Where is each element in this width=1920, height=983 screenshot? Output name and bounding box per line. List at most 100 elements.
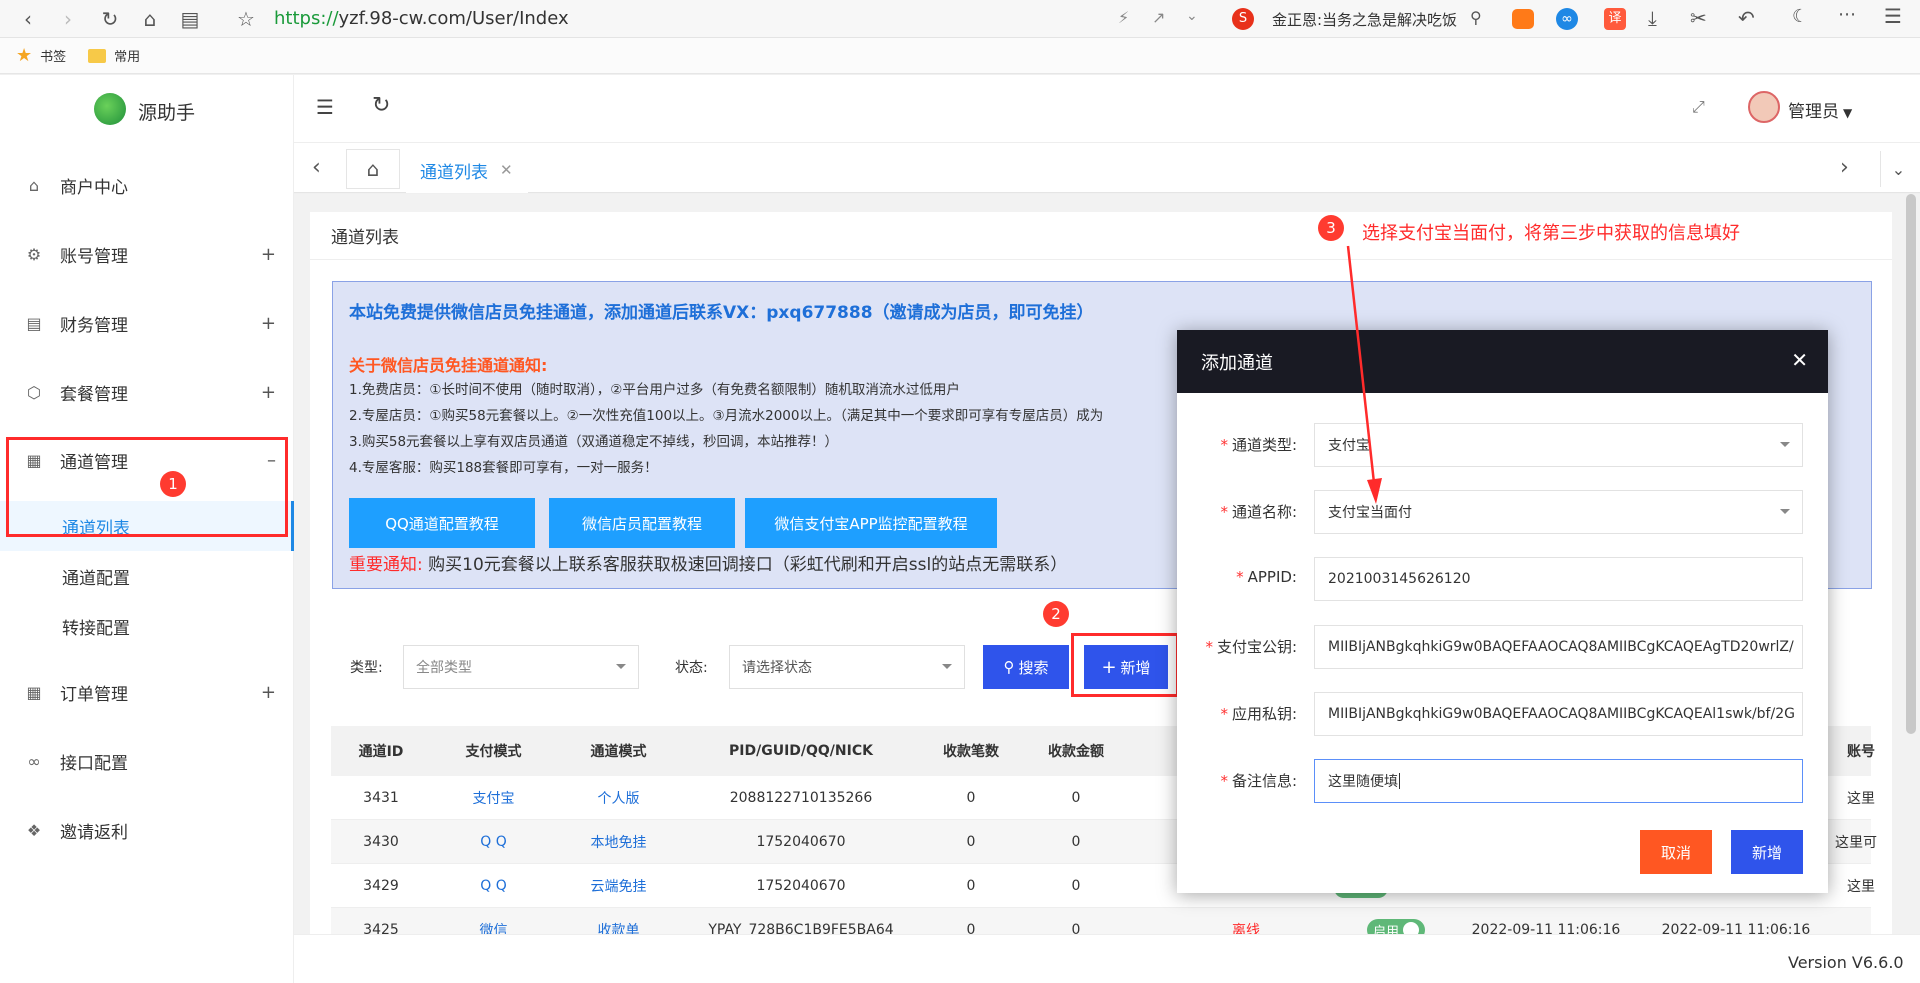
sidebar-item-label: 财务管理 xyxy=(60,315,128,336)
annotation-badge-2: 2 xyxy=(1043,601,1069,627)
more-icon[interactable]: ⋯ xyxy=(1838,4,1856,25)
type-select[interactable]: 全部类型 xyxy=(403,645,639,689)
sidebar-item-invite[interactable]: ❖ 邀请返利 xyxy=(0,802,294,858)
bookmark-folder[interactable]: 常用 xyxy=(114,46,140,65)
tab-scroll-right-icon[interactable]: › xyxy=(1840,155,1849,180)
search-engine-icon[interactable]: S xyxy=(1232,8,1254,30)
cancel-button[interactable]: 取消 xyxy=(1640,830,1712,874)
home-icon[interactable]: ⌂ xyxy=(136,5,164,33)
cell-count: 0 xyxy=(966,790,976,806)
cell-pay: 微信 xyxy=(479,923,508,936)
close-icon[interactable]: ✕ xyxy=(1791,348,1808,372)
wechat-tutorial-button[interactable]: 微信店员配置教程 xyxy=(549,498,735,548)
scrollbar[interactable] xyxy=(1906,194,1916,734)
bookmark-item[interactable]: 书签 xyxy=(40,46,66,65)
infinity-icon[interactable]: ∞ xyxy=(1556,8,1578,30)
header-cell: 账号 xyxy=(1847,744,1875,760)
cell-account: 这里 xyxy=(1847,791,1875,807)
cell-id: 3425 xyxy=(363,922,399,936)
forward-icon[interactable]: › xyxy=(54,5,82,33)
header-cell: 通道ID xyxy=(358,744,404,760)
sidebar-item-label: 接口配置 xyxy=(60,753,128,774)
annotation-note-3: 选择支付宝当面付，将第三步中获取的信息填好 xyxy=(1362,223,1740,244)
important-notice: 重要通知: 购买10元套餐以上联系客服获取极速回调接口（彩虹代刷和开启ssl的站… xyxy=(349,555,1068,575)
field-label-public-key: * 支付宝公钥: xyxy=(1205,638,1297,656)
cell-id: 3431 xyxy=(363,790,399,806)
tab-channel-list[interactable]: 通道列表 ✕ xyxy=(406,149,528,193)
address-bar[interactable]: https://yzf.98-cw.com/User/Index xyxy=(274,8,569,29)
annotation-box-2 xyxy=(1071,633,1179,697)
cell-account: 这里可 xyxy=(1835,835,1877,851)
app-monitor-tutorial-button[interactable]: 微信支付宝APP监控配置教程 xyxy=(745,498,997,548)
reload-icon[interactable]: ↻ xyxy=(96,5,124,33)
caret-down-icon xyxy=(1780,509,1790,519)
sidebar-item-account[interactable]: ⚙ 账号管理 + xyxy=(0,226,294,282)
sidebar-item-api[interactable]: ∞ 接口配置 xyxy=(0,733,294,789)
submit-button[interactable]: 新增 xyxy=(1731,830,1803,874)
close-icon[interactable]: ✕ xyxy=(500,161,513,179)
sidebar-item-finance[interactable]: ▤ 财务管理 + xyxy=(0,295,294,351)
enable-toggle[interactable]: 启用 xyxy=(1331,908,1461,936)
type-label: 类型: xyxy=(350,660,383,676)
tab-home[interactable]: ⌂ xyxy=(346,149,400,189)
search-icon[interactable]: ⚲ xyxy=(1470,8,1482,27)
search-button[interactable]: ⚲ 搜索 xyxy=(983,645,1069,689)
search-box[interactable]: 金正恩:当务之急是解决吃饭 xyxy=(1272,9,1462,30)
cell-mode: 云端免挂 xyxy=(590,879,647,895)
download-icon[interactable]: ⤓ xyxy=(1648,6,1657,30)
cell-created: 2022-09-11 11:06:16 xyxy=(1471,922,1621,936)
sidebar-item-merchant[interactable]: ⌂ 商户中心 xyxy=(0,157,294,213)
fullscreen-icon[interactable]: ⤢ xyxy=(1692,97,1705,117)
sidebar-sub-transfer-config[interactable]: 转接配置 xyxy=(0,602,294,650)
remark-input[interactable]: 这里随便填 xyxy=(1314,759,1803,803)
cell-id: 3429 xyxy=(363,878,399,894)
header-cell: PID/GUID/QQ/NICK xyxy=(729,743,873,759)
favorite-star-icon[interactable]: ☆ xyxy=(232,5,260,33)
tab-scroll-left-icon[interactable]: ‹ xyxy=(312,155,321,180)
text-cursor xyxy=(1399,773,1400,789)
app-logo xyxy=(94,93,126,125)
sidebar-item-label: 邀请返利 xyxy=(60,822,128,843)
cell-count: 0 xyxy=(966,922,976,936)
folder-icon xyxy=(88,48,107,63)
reader-icon[interactable]: ▤ xyxy=(176,5,204,33)
refresh-icon[interactable]: ↻ xyxy=(372,93,390,118)
sidebar-item-order[interactable]: ▦ 订单管理 + xyxy=(0,664,294,720)
sidebar-toggle-icon[interactable]: ☰ xyxy=(316,95,334,119)
cell-amount: 0 xyxy=(1071,790,1081,806)
appid-input[interactable]: 2021003145626120 xyxy=(1314,557,1803,601)
user-menu[interactable]: 管理员 ▼ xyxy=(1788,97,1852,122)
translate-icon[interactable]: 译 xyxy=(1604,8,1626,30)
header-cell: 收款笔数 xyxy=(943,744,999,760)
notice-subhead: 关于微信店员免挂通道通知: xyxy=(349,356,548,375)
sidebar-item-label: 套餐管理 xyxy=(60,384,128,405)
private-key-input[interactable]: MIIBIjANBgkqhkiG9w0BAQEFAAOCAQ8AMIIBCgKC… xyxy=(1314,692,1803,736)
app-name: 源助手 xyxy=(138,102,196,124)
cell-pid: 2088122710135266 xyxy=(729,790,873,806)
undo-icon[interactable]: ↶ xyxy=(1738,6,1755,30)
public-key-input[interactable]: MIIBIjANBgkqhkiG9w0BAQEFAAOCAQ8AMIIBCgKC… xyxy=(1314,625,1803,669)
sidebar-sub-channel-config[interactable]: 通道配置 xyxy=(0,552,294,600)
tab-bar: ‹ ⌂ 通道列表 ✕ › ⌄ xyxy=(294,143,1920,193)
bookmark-star-icon: ★ xyxy=(16,45,33,66)
cell-amount: 0 xyxy=(1071,878,1081,894)
chevron-down-icon[interactable]: ⌄ xyxy=(1186,8,1198,24)
sidebar-item-package[interactable]: ⬡ 套餐管理 + xyxy=(0,364,294,420)
lightning-icon[interactable]: ⚡ xyxy=(1118,8,1129,27)
grid-icon: ▦ xyxy=(26,682,42,702)
tab-menu-icon[interactable]: ⌄ xyxy=(1880,151,1916,187)
sidebar-item-label: 商户中心 xyxy=(60,177,128,198)
game-icon[interactable] xyxy=(1512,9,1534,29)
scissors-icon[interactable]: ✂ xyxy=(1690,6,1707,30)
annotation-badge-3: 3 xyxy=(1318,215,1344,241)
top-bar: ☰ ↻ ⤢ 管理员 ▼ xyxy=(294,75,1920,143)
cell-status: 离线 xyxy=(1232,923,1260,936)
back-icon[interactable]: ‹ xyxy=(14,5,42,33)
menu-icon[interactable]: ☰ xyxy=(1884,4,1902,28)
qq-tutorial-button[interactable]: QQ通道配置教程 xyxy=(349,498,535,548)
share-icon[interactable]: ↗ xyxy=(1152,8,1165,27)
bookmarks-bar: ★ 书签 常用 xyxy=(0,38,1920,74)
night-mode-icon[interactable]: ☾ xyxy=(1792,6,1808,27)
footer xyxy=(294,934,1920,983)
status-select[interactable]: 请选择状态 xyxy=(729,645,965,689)
